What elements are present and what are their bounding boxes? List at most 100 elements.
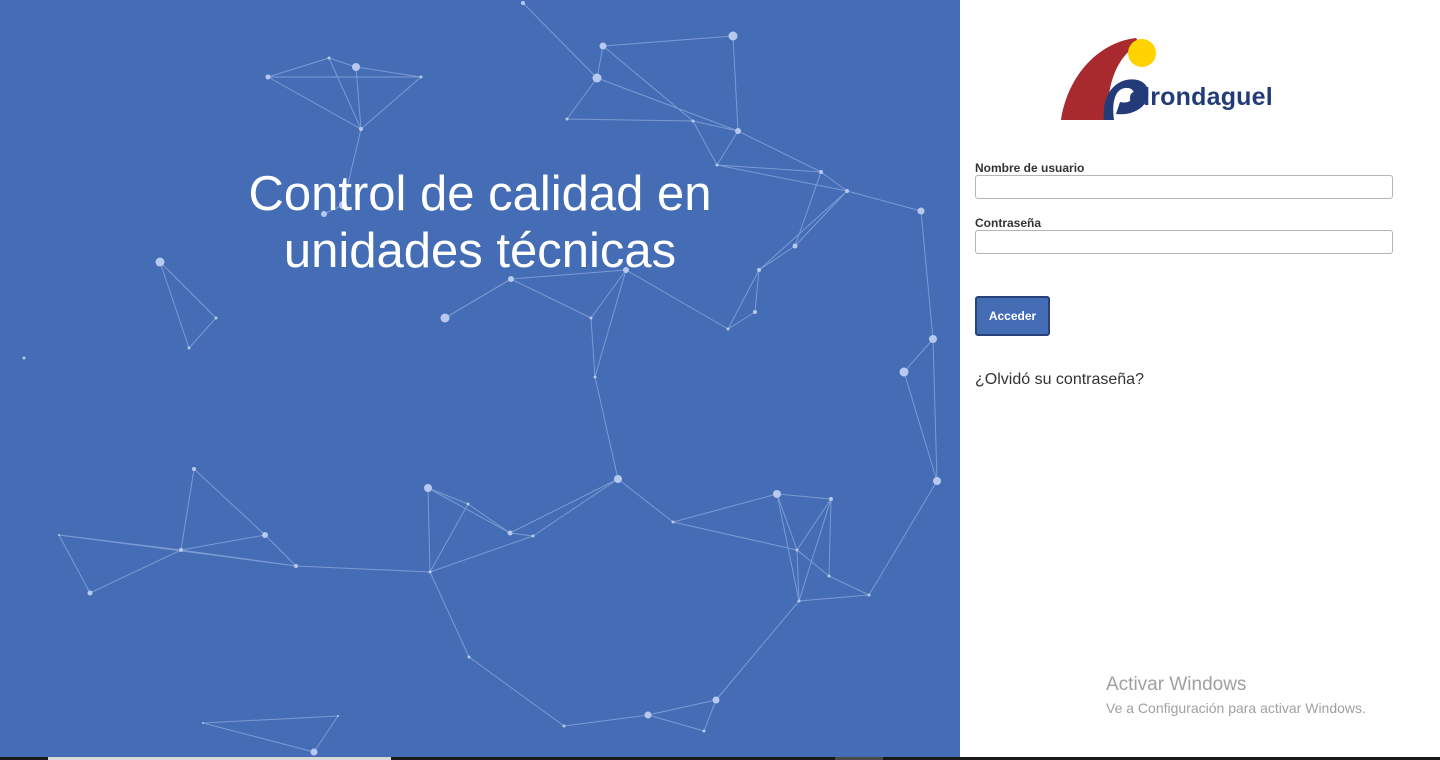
- network-link: [89, 549, 182, 594]
- network-link: [180, 468, 195, 551]
- network-link: [920, 210, 934, 340]
- network-node: [644, 711, 652, 719]
- network-link: [509, 532, 534, 537]
- network-link: [360, 76, 422, 130]
- network-node: [592, 73, 602, 83]
- network-link: [429, 535, 534, 573]
- network-node: [310, 748, 318, 756]
- network-node: [614, 475, 622, 483]
- network-node: [424, 484, 432, 492]
- network-link: [202, 715, 339, 724]
- network-node: [187, 346, 191, 350]
- network-link: [427, 487, 511, 534]
- network-link: [794, 190, 848, 247]
- network-node: [797, 599, 801, 603]
- network-node: [202, 722, 204, 724]
- network-link: [532, 478, 619, 537]
- network-link: [796, 498, 832, 551]
- network-node: [917, 207, 925, 215]
- network-link: [355, 66, 422, 78]
- login-button[interactable]: Acceder: [975, 296, 1050, 336]
- network-node: [467, 655, 471, 659]
- network-link: [776, 493, 832, 500]
- network-link: [427, 487, 431, 573]
- network-node: [507, 530, 513, 536]
- password-label: Contraseña: [975, 216, 1042, 230]
- network-link: [467, 503, 511, 534]
- network-node: [265, 74, 271, 80]
- network-link: [828, 575, 870, 596]
- network-link: [647, 699, 717, 716]
- network-link: [202, 722, 315, 753]
- watermark-subtitle: Ve a Configuración para activar Windows.: [1106, 700, 1366, 716]
- network-node: [179, 548, 183, 552]
- username-input[interactable]: [975, 175, 1393, 199]
- network-link: [188, 317, 217, 349]
- forgot-password-link[interactable]: ¿Olvidó su contraseña?: [975, 371, 1144, 389]
- network-node: [337, 715, 339, 717]
- network-node: [562, 724, 566, 728]
- network-node: [294, 564, 298, 568]
- network-node: [521, 1, 525, 5]
- network-link: [594, 269, 627, 378]
- brand-logo-icon: [1061, 38, 1156, 120]
- network-link: [596, 77, 739, 132]
- network-link: [672, 493, 778, 523]
- network-link: [932, 338, 938, 482]
- network-link: [468, 656, 565, 727]
- network-node: [691, 119, 695, 123]
- network-link: [602, 45, 694, 122]
- username-label: Nombre de usuario: [975, 161, 1085, 175]
- password-input[interactable]: [975, 230, 1393, 254]
- network-link: [180, 534, 266, 551]
- network-node: [829, 497, 833, 501]
- network-node: [428, 570, 432, 574]
- network-node: [702, 729, 706, 733]
- network-link: [596, 45, 604, 79]
- network-node: [726, 327, 730, 331]
- network-link: [798, 594, 870, 602]
- network-link: [313, 715, 339, 753]
- network-link: [903, 371, 938, 482]
- network-node: [845, 189, 849, 193]
- network-node: [359, 127, 363, 131]
- network-link: [715, 600, 800, 701]
- network-link: [429, 503, 469, 573]
- network-link: [58, 534, 91, 594]
- network-node: [531, 534, 535, 538]
- network-link: [732, 35, 739, 132]
- network-link: [703, 699, 717, 732]
- network-link: [692, 120, 718, 166]
- network-link: [427, 487, 469, 505]
- network-node: [712, 696, 720, 704]
- network-link: [716, 130, 739, 166]
- network-node: [735, 128, 741, 134]
- hero-title-line-2: unidades técnicas: [283, 224, 677, 278]
- network-link: [264, 534, 297, 567]
- network-background: [22, 1, 941, 756]
- network-link: [267, 57, 330, 78]
- network-node: [192, 467, 196, 471]
- network-node: [352, 63, 360, 71]
- network-link: [868, 480, 938, 596]
- network-node: [58, 534, 60, 536]
- network-link: [295, 565, 431, 573]
- network-link: [58, 534, 297, 567]
- network-node: [795, 548, 799, 552]
- network-node: [671, 520, 675, 524]
- network-link: [444, 278, 512, 319]
- network-node: [440, 313, 450, 323]
- network-link: [509, 478, 619, 534]
- network-node: [155, 257, 165, 267]
- hero-title: Control de calidad en unidades técnicas: [180, 166, 780, 280]
- network-node: [867, 593, 871, 597]
- network-node: [599, 42, 607, 50]
- network-link: [522, 2, 598, 79]
- network-node: [773, 490, 781, 498]
- network-link: [510, 278, 592, 319]
- network-link: [429, 571, 470, 658]
- network-node: [419, 75, 423, 79]
- network-link: [647, 714, 705, 732]
- network-link: [903, 338, 934, 373]
- network-link: [566, 77, 598, 120]
